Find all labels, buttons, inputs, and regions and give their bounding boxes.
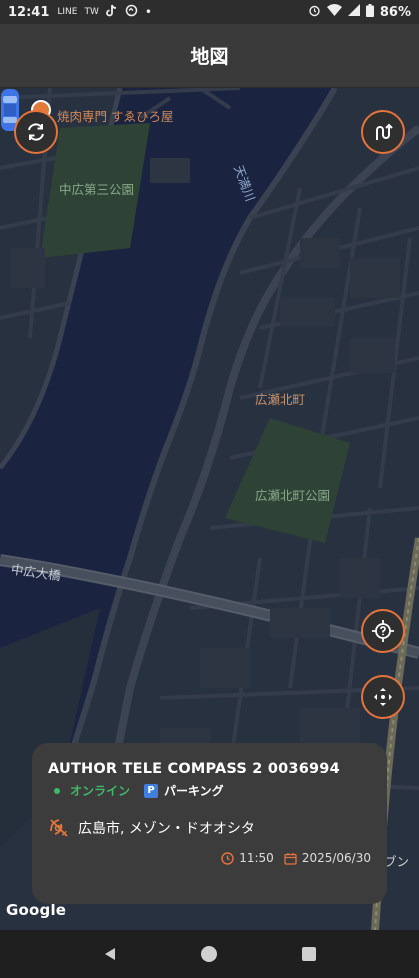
clock-icon bbox=[221, 851, 234, 865]
status-time: 12:41 bbox=[8, 4, 50, 20]
poi-label-restaurant[interactable]: 焼肉専門 すゑひろ屋 bbox=[57, 106, 173, 125]
signal-icon bbox=[347, 4, 360, 20]
edge-label: ブン bbox=[384, 854, 410, 869]
status-right: 86% bbox=[308, 3, 411, 21]
recents-button[interactable] bbox=[294, 939, 324, 969]
online-status-text: オンライン bbox=[70, 784, 131, 798]
device-info-card[interactable]: AUTHOR TELE COMPASS 2 0036994 オンライン P パー… bbox=[32, 743, 387, 904]
alarm-icon bbox=[308, 4, 321, 21]
locate-icon bbox=[372, 620, 394, 642]
back-icon bbox=[104, 948, 115, 960]
line-icon: LINE bbox=[57, 7, 78, 17]
fit-bounds-icon bbox=[374, 688, 392, 706]
battery-icon bbox=[365, 3, 374, 21]
no-signal-location-icon bbox=[50, 819, 68, 837]
timestamp-row: 11:50 2025/06/30 bbox=[221, 851, 371, 865]
address-row: 広島市, メゾン・ドオオシタ bbox=[48, 817, 371, 839]
refresh-button[interactable] bbox=[14, 110, 58, 154]
parking-status-text: パーキング bbox=[164, 784, 224, 798]
battery-percent: 86% bbox=[379, 4, 411, 20]
page-title: 地図 bbox=[190, 46, 229, 68]
recents-icon bbox=[302, 947, 317, 961]
tiktok-icon bbox=[106, 4, 118, 21]
wifi-icon bbox=[326, 4, 342, 20]
park-label-1: 中広第三公園 bbox=[59, 182, 135, 197]
sync-status-icon bbox=[125, 4, 138, 21]
status-bar: 12:41 LINE TW • 86% bbox=[0, 0, 419, 24]
home-icon bbox=[201, 946, 218, 962]
calendar-icon bbox=[284, 852, 297, 865]
district-label: 広瀬北町 bbox=[255, 392, 306, 407]
notification-dot: • bbox=[144, 5, 152, 19]
tw-icon: TW bbox=[84, 7, 99, 17]
refresh-icon bbox=[28, 123, 44, 141]
route-button[interactable] bbox=[361, 110, 405, 154]
fit-bounds-button[interactable] bbox=[361, 675, 405, 719]
device-name: AUTHOR TELE COMPASS 2 0036994 bbox=[48, 761, 340, 777]
park-label-2: 広瀬北町公園 bbox=[255, 488, 331, 503]
back-button[interactable] bbox=[95, 939, 125, 969]
online-status-dot bbox=[54, 787, 60, 794]
status-row: オンライン P パーキング bbox=[48, 782, 371, 799]
parking-icon: P bbox=[144, 783, 159, 798]
locate-button[interactable] bbox=[361, 609, 405, 653]
route-icon bbox=[376, 123, 393, 140]
app-bar: 地図 bbox=[0, 24, 419, 88]
map-screen: 12:41 LINE TW • 86% 地図 焼肉専門 すゑひろ屋 中広第三公園… bbox=[0, 0, 419, 978]
time-text: 11:50 bbox=[239, 851, 274, 865]
system-nav-bar bbox=[0, 930, 419, 978]
address-text: 広島市, メゾン・ドオオシタ bbox=[78, 821, 255, 837]
date-text: 2025/06/30 bbox=[301, 851, 371, 865]
home-button[interactable] bbox=[194, 939, 224, 969]
